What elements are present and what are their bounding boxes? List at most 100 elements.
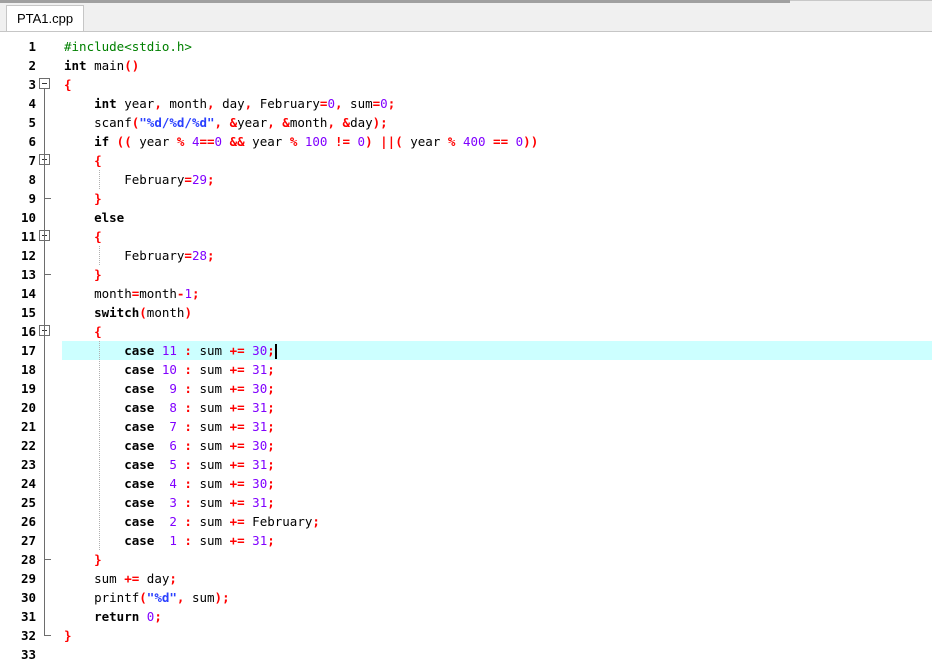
code-line[interactable]: 11 { [0, 227, 932, 246]
code-line[interactable]: 33 [0, 645, 932, 664]
code-text: { [64, 322, 102, 341]
code-text: case 8 : sum += 31; [64, 398, 275, 417]
line-number: 12 [20, 248, 36, 263]
line-number: 25 [20, 495, 36, 510]
code-editor[interactable]: 1 #include<stdio.h> 2 int main() 3{4 int yea… [0, 32, 932, 665]
code-text: case 11 : sum += 30; [64, 341, 277, 360]
code-line[interactable]: 19 case 9 : sum += 30; [0, 379, 932, 398]
code-line[interactable]: 17 case 11 : sum += 30; [0, 341, 932, 360]
code-token: scanf [64, 115, 132, 130]
code-token: { [64, 229, 102, 244]
code-line[interactable]: 9 } [0, 189, 932, 208]
code-line[interactable]: 15 switch(month) [0, 303, 932, 322]
code-token: day [214, 96, 245, 111]
code-token: sum [191, 381, 230, 396]
code-token: += [124, 571, 140, 586]
code-token: year [237, 115, 268, 130]
line-number: 5 [28, 115, 36, 130]
code-text: printf("%d", sum); [64, 588, 230, 607]
code-token: & [282, 115, 290, 130]
code-text: #include<stdio.h> [64, 37, 192, 56]
code-text: February=29; [64, 170, 215, 189]
code-token: : [176, 343, 192, 358]
code-text: return 0; [64, 607, 162, 626]
code-token: ); [372, 115, 388, 130]
code-token: += [229, 400, 245, 415]
code-token: year [131, 134, 177, 149]
code-token: ; [267, 419, 275, 434]
code-text: case 6 : sum += 30; [64, 436, 275, 455]
code-line[interactable]: 25 case 3 : sum += 31; [0, 493, 932, 512]
code-text: } [64, 626, 72, 645]
code-token: case [64, 495, 155, 510]
code-line[interactable]: 16 { [0, 322, 932, 341]
code-line[interactable]: 22 case 6 : sum += 30; [0, 436, 932, 455]
code-token: case [64, 438, 155, 453]
code-token: case [64, 419, 155, 434]
code-token: { [64, 324, 102, 339]
code-token: += [229, 514, 245, 529]
code-line[interactable]: 14 month=month-1; [0, 284, 932, 303]
code-text: int year, month, day, February=0, sum=0; [64, 94, 395, 113]
code-text: } [64, 265, 102, 284]
code-line[interactable]: 5 scanf("%d/%d/%d", &year, &month, &day)… [0, 113, 932, 132]
code-token: += [229, 343, 245, 358]
code-line[interactable]: 30 printf("%d", sum); [0, 588, 932, 607]
code-line[interactable]: 4 int year, month, day, February=0, sum=… [0, 94, 932, 113]
code-line[interactable]: 27 case 1 : sum += 31; [0, 531, 932, 550]
code-line[interactable]: 23 case 5 : sum += 31; [0, 455, 932, 474]
code-token: case [64, 362, 155, 377]
code-token: == [199, 134, 215, 149]
code-line[interactable]: 32} [0, 626, 932, 645]
code-token: else [64, 210, 125, 225]
code-line[interactable]: 28 } [0, 550, 932, 569]
code-token: sum [191, 514, 230, 529]
code-token: ; [267, 343, 275, 358]
code-line[interactable]: 24 case 4 : sum += 30; [0, 474, 932, 493]
code-token: case [64, 514, 155, 529]
code-line[interactable]: 20 case 8 : sum += 31; [0, 398, 932, 417]
code-token: 2 [154, 514, 177, 529]
code-token: 30 [244, 381, 268, 396]
code-line[interactable]: 10 else [0, 208, 932, 227]
code-token: case [64, 533, 155, 548]
line-number: 18 [20, 362, 36, 377]
code-line[interactable]: 13 } [0, 265, 932, 284]
code-line[interactable]: 29 sum += day; [0, 569, 932, 588]
code-line[interactable]: 31 return 0; [0, 607, 932, 626]
code-token: 31 [244, 457, 268, 472]
code-token: & [229, 115, 238, 130]
code-token: int [64, 96, 117, 111]
code-text: int main() [64, 56, 139, 75]
code-token: sum [191, 495, 230, 510]
code-token: = [184, 248, 192, 263]
code-line[interactable]: 8 February=29; [0, 170, 932, 189]
code-line[interactable]: 26 case 2 : sum += February; [0, 512, 932, 531]
code-line[interactable]: 1 #include<stdio.h> [0, 37, 932, 56]
code-token: 9 [154, 381, 177, 396]
code-token: , [207, 96, 215, 111]
line-number: 28 [20, 552, 36, 567]
code-token: += [229, 533, 245, 548]
code-token: ; [207, 172, 215, 187]
code-line[interactable]: 21 case 7 : sum += 31; [0, 417, 932, 436]
code-line[interactable]: 12 February=28; [0, 246, 932, 265]
code-token: } [64, 628, 72, 643]
code-line[interactable]: 6 if (( year % 4==0 && year % 100 != 0) … [0, 132, 932, 151]
code-token: } [64, 191, 102, 206]
code-line[interactable]: 2 int main() [0, 56, 932, 75]
fold-toggle-icon[interactable] [39, 78, 50, 89]
code-text: case 10 : sum += 31; [64, 360, 275, 379]
code-token: 0 [139, 609, 155, 624]
code-token: if [64, 134, 110, 149]
code-token: case [64, 476, 155, 491]
code-token: 29 [191, 172, 208, 187]
code-line[interactable]: 3{ [0, 75, 932, 94]
code-line[interactable]: 18 case 10 : sum += 31; [0, 360, 932, 379]
code-line[interactable]: 7 { [0, 151, 932, 170]
code-text: case 1 : sum += 31; [64, 531, 275, 550]
tab-file[interactable]: PTA1.cpp [6, 5, 84, 31]
code-token: 3 [154, 495, 177, 510]
code-token: 0 [350, 134, 366, 149]
code-token: ; [267, 495, 275, 510]
